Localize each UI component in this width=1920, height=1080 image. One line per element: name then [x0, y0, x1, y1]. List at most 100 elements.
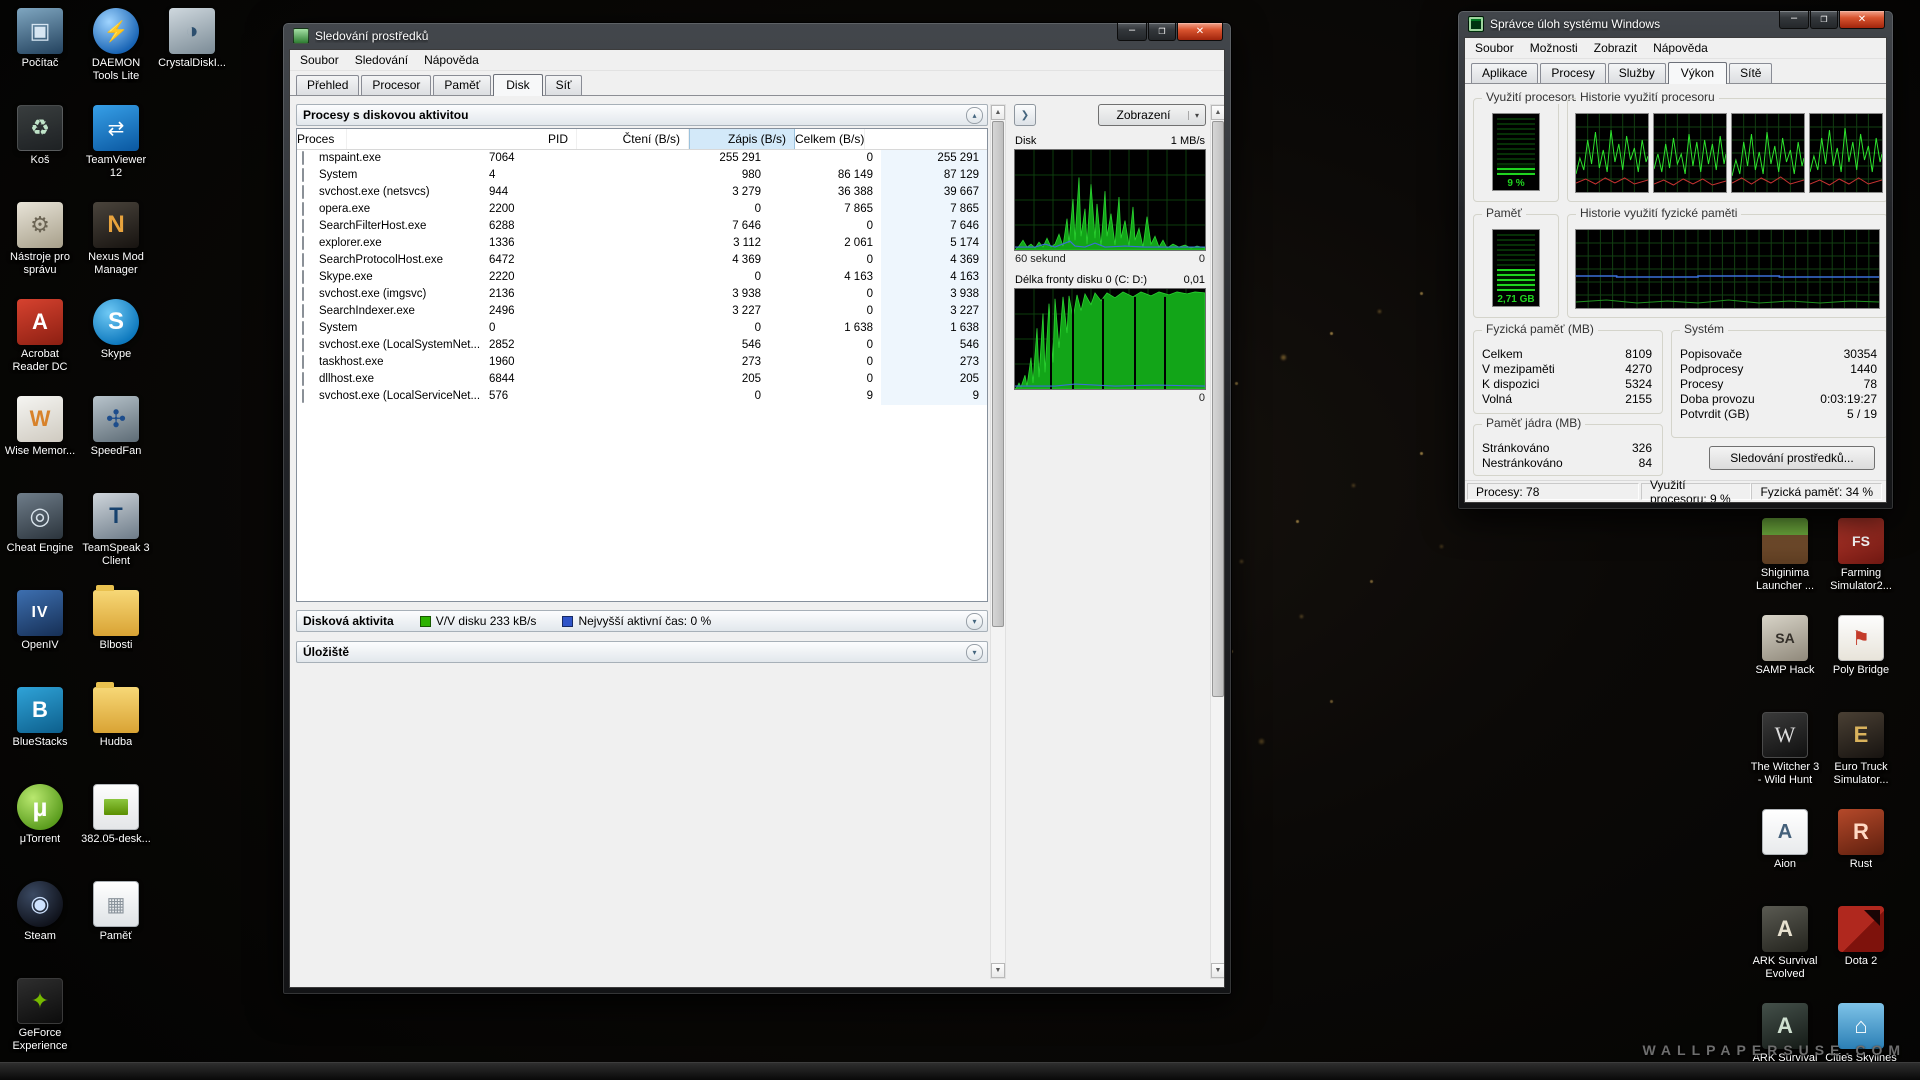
- process-row[interactable]: Skype.exe 2220 0 4 163 4 163: [297, 269, 987, 286]
- desktop-icon[interactable]: Cheat Engine: [2, 493, 78, 590]
- process-checkbox[interactable]: [302, 287, 304, 301]
- process-row[interactable]: taskhost.exe 1960 273 0 273: [297, 354, 987, 371]
- desktop-icon[interactable]: TeamSpeak 3 Client: [78, 493, 154, 590]
- scroll-up-icon[interactable]: [991, 105, 1005, 120]
- scrollbar-thumb[interactable]: [992, 121, 1004, 627]
- maximize-button[interactable]: [1148, 23, 1176, 41]
- menu-item[interactable]: Nápověda: [1645, 39, 1716, 57]
- process-checkbox[interactable]: [302, 219, 304, 233]
- desktop-icon[interactable]: Skype: [78, 299, 154, 396]
- scroll-down-icon[interactable]: [991, 963, 1005, 978]
- desktop-icon[interactable]: DAEMON Tools Lite: [78, 8, 154, 105]
- tab[interactable]: Aplikace: [1471, 63, 1538, 83]
- desktop-icon[interactable]: Nexus Mod Manager: [78, 202, 154, 299]
- tab[interactable]: Výkon: [1668, 62, 1727, 84]
- desktop-icon[interactable]: Blbosti: [78, 590, 154, 687]
- process-row[interactable]: SearchProtocolHost.exe 6472 4 369 0 4 36…: [297, 252, 987, 269]
- menu-item[interactable]: Zobrazit: [1586, 39, 1645, 57]
- process-row[interactable]: dllhost.exe 6844 205 0 205: [297, 371, 987, 388]
- close-button[interactable]: [1839, 11, 1885, 29]
- collapse-charts-button[interactable]: [1014, 104, 1036, 126]
- desktop-icon[interactable]: Euro Truck Simulator...: [1823, 712, 1899, 809]
- process-checkbox[interactable]: [302, 321, 304, 335]
- expand-section-icon[interactable]: [966, 644, 983, 661]
- process-row[interactable]: svchost.exe (LocalSystemNet... 2852 546 …: [297, 337, 987, 354]
- desktop-icon[interactable]: CrystalDiskI...: [154, 8, 230, 105]
- column-header[interactable]: Proces: [297, 129, 347, 149]
- column-header[interactable]: Celkem (B/s): [795, 129, 865, 149]
- process-checkbox[interactable]: [302, 304, 304, 318]
- process-row[interactable]: SearchIndexer.exe 2496 3 227 0 3 227: [297, 303, 987, 320]
- menu-item[interactable]: Soubor: [1467, 39, 1522, 57]
- menu-item[interactable]: Nápověda: [416, 51, 487, 69]
- collapse-section-icon[interactable]: [966, 107, 983, 124]
- sections-scrollbar[interactable]: [990, 104, 1006, 979]
- desktop-icon[interactable]: ARK Survival Evolved: [1747, 906, 1823, 1003]
- process-checkbox[interactable]: [302, 270, 304, 284]
- desktop-icon[interactable]: Koš: [2, 105, 78, 202]
- menu-item[interactable]: Možnosti: [1522, 39, 1586, 57]
- process-checkbox[interactable]: [302, 338, 304, 352]
- tab[interactable]: Přehled: [296, 75, 359, 95]
- desktop-icon[interactable]: Steam: [2, 881, 78, 978]
- desktop-icon[interactable]: BlueStacks: [2, 687, 78, 784]
- views-dropdown-button[interactable]: Zobrazení: [1098, 104, 1206, 126]
- process-checkbox[interactable]: [302, 202, 304, 216]
- desktop-icon[interactable]: Počítač: [2, 8, 78, 105]
- desktop-icon[interactable]: SAMP Hack: [1747, 615, 1823, 712]
- menu-item[interactable]: Sledování: [347, 51, 416, 69]
- desktop-icon[interactable]: Acrobat Reader DC: [2, 299, 78, 396]
- desktop-icon[interactable]: Shiginima Launcher ...: [1747, 518, 1823, 615]
- process-row[interactable]: svchost.exe (imgsvc) 2136 3 938 0 3 938: [297, 286, 987, 303]
- expand-section-icon[interactable]: [966, 613, 983, 630]
- process-checkbox[interactable]: [302, 236, 304, 250]
- taskmgr-titlebar[interactable]: Správce úloh systému Windows: [1464, 11, 1887, 37]
- minimize-button[interactable]: [1779, 11, 1809, 29]
- process-row[interactable]: svchost.exe (LocalServiceNet... 576 0 9 …: [297, 388, 987, 405]
- column-header[interactable]: PID: [347, 129, 577, 149]
- process-row[interactable]: System 0 0 1 638 1 638: [297, 320, 987, 337]
- process-checkbox[interactable]: [302, 372, 304, 386]
- taskbar[interactable]: [0, 1062, 1920, 1080]
- menu-item[interactable]: Soubor: [292, 51, 347, 69]
- tab[interactable]: Disk: [493, 74, 542, 96]
- process-row[interactable]: SearchFilterHost.exe 6288 7 646 0 7 646: [297, 218, 987, 235]
- tab[interactable]: Paměť: [433, 75, 491, 95]
- desktop-icon[interactable]: Rust: [1823, 809, 1899, 906]
- tab[interactable]: Služby: [1608, 63, 1666, 83]
- desktop-icon[interactable]: Paměť: [78, 881, 154, 978]
- desktop-icon[interactable]: OpenIV: [2, 590, 78, 687]
- process-row[interactable]: mspaint.exe 7064 255 291 0 255 291: [297, 150, 987, 167]
- tab[interactable]: Procesy: [1540, 63, 1605, 83]
- close-button[interactable]: [1177, 23, 1223, 41]
- process-row[interactable]: svchost.exe (netsvcs) 944 3 279 36 388 3…: [297, 184, 987, 201]
- processes-section-header[interactable]: Procesy s diskovou aktivitou: [296, 104, 988, 126]
- column-header[interactable]: Zápis (B/s): [689, 129, 795, 149]
- tab[interactable]: Procesor: [361, 75, 431, 95]
- minimize-button[interactable]: [1117, 23, 1147, 41]
- desktop-icon[interactable]: Nástroje pro správu: [2, 202, 78, 299]
- process-checkbox[interactable]: [302, 389, 304, 403]
- desktop-icon[interactable]: SpeedFan: [78, 396, 154, 493]
- process-checkbox[interactable]: [302, 253, 304, 267]
- process-checkbox[interactable]: [302, 355, 304, 369]
- desktop-icon[interactable]: TeamViewer 12: [78, 105, 154, 202]
- process-checkbox[interactable]: [302, 168, 304, 182]
- scrollbar-thumb[interactable]: [1212, 121, 1224, 697]
- process-row[interactable]: System 4 980 86 149 87 129: [297, 167, 987, 184]
- maximize-button[interactable]: [1810, 11, 1838, 29]
- desktop-icon[interactable]: Poly Bridge: [1823, 615, 1899, 712]
- window-scrollbar[interactable]: [1210, 104, 1225, 979]
- process-checkbox[interactable]: [302, 151, 304, 165]
- desktop-icon[interactable]: Hudba: [78, 687, 154, 784]
- process-row[interactable]: explorer.exe 1336 3 112 2 061 5 174: [297, 235, 987, 252]
- column-header[interactable]: Čtení (B/s): [577, 129, 689, 149]
- desktop-icon[interactable]: The Witcher 3 - Wild Hunt: [1747, 712, 1823, 809]
- desktop-icon[interactable]: GeForce Experience: [2, 978, 78, 1075]
- scroll-up-icon[interactable]: [1211, 105, 1225, 120]
- tab[interactable]: Síť: [545, 75, 583, 95]
- resmon-titlebar[interactable]: Sledování prostředků: [289, 23, 1225, 49]
- process-checkbox[interactable]: [302, 185, 304, 199]
- scroll-down-icon[interactable]: [1211, 963, 1225, 978]
- desktop-icon[interactable]: Wise Memor...: [2, 396, 78, 493]
